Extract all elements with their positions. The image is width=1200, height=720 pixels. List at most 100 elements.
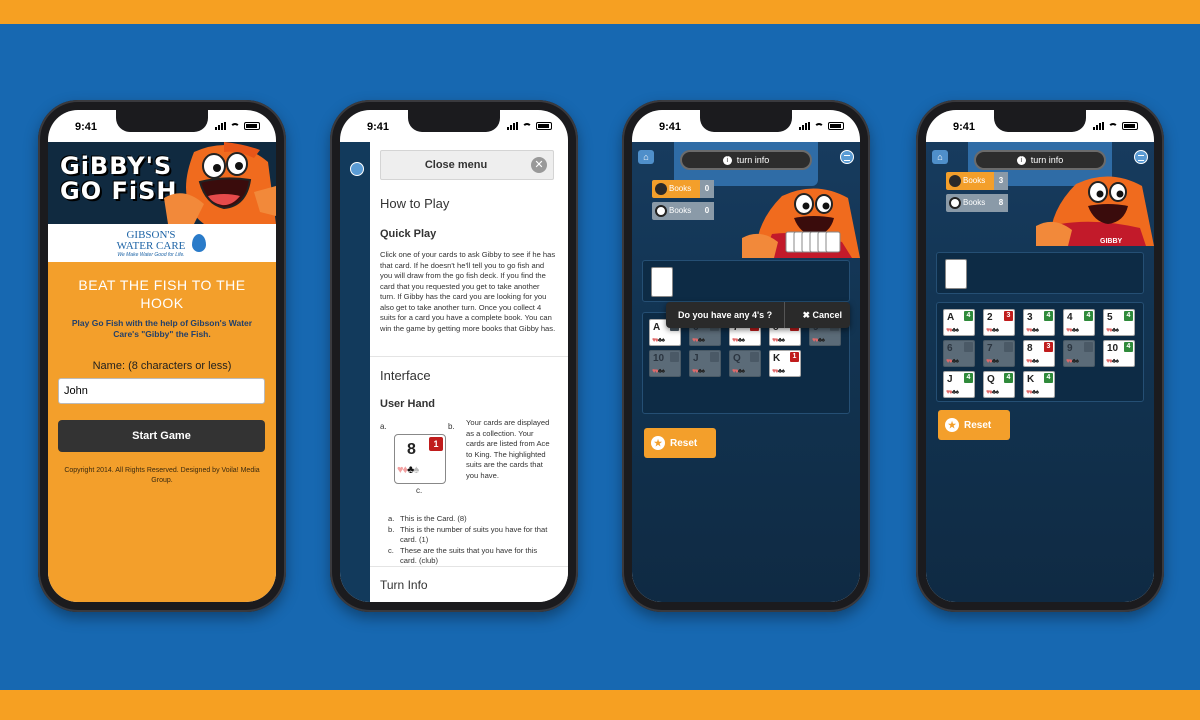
suit-icons: ♥♦♣♠ xyxy=(732,337,745,344)
card-2[interactable]: 2 3 ♥♦♣♠ xyxy=(983,309,1015,336)
card-count-badge xyxy=(670,352,679,362)
battery-icon xyxy=(828,122,844,130)
card-10[interactable]: 10 ♥♦♣♠ xyxy=(649,350,681,377)
list-item: a. This is the Card. (8) xyxy=(388,514,467,523)
phone-help-menu: 9:41 Close menu ✕ How to Play Quick Play… xyxy=(330,100,578,612)
brand-name: GIBSON'S WATER CARE xyxy=(116,229,186,252)
logo-title: GiBBY'S GO FiSH xyxy=(60,152,178,205)
sponsor-logo: GIBSON'S WATER CARE We Make Water Good f… xyxy=(48,224,276,262)
card-count-badge xyxy=(750,352,759,362)
close-icon[interactable]: ✕ xyxy=(531,157,547,173)
status-time: 9:41 xyxy=(659,121,682,133)
menu-icon[interactable] xyxy=(840,150,854,164)
card-count-badge: 4 xyxy=(1004,373,1013,383)
game-background-peek xyxy=(340,142,370,602)
top-orange-band xyxy=(0,0,1200,24)
close-menu-label: Close menu xyxy=(424,159,488,171)
player-avatar-icon xyxy=(949,175,961,187)
suit-icons: ♥♦♣♠ xyxy=(772,337,785,344)
turn-info-button[interactable]: i turn info xyxy=(680,150,812,170)
card-K[interactable]: K 1 ♥♦♣♠ xyxy=(769,350,801,377)
card-Q[interactable]: Q 4 ♥♦♣♠ xyxy=(983,371,1015,398)
card-rank: 8 xyxy=(1027,343,1033,354)
card-J[interactable]: J 4 ♥♦♣♠ xyxy=(943,371,975,398)
status-icons xyxy=(1093,122,1138,130)
start-panel: BEAT THE FISH TO THE HOOK Play Go Fish w… xyxy=(48,262,276,602)
card-rank: 5 xyxy=(1107,312,1113,323)
turn-info-button[interactable]: i turn info xyxy=(974,150,1106,170)
ask-question[interactable]: Do you have any 4's ? xyxy=(678,310,772,320)
example-card-count-badge: 1 xyxy=(429,437,443,451)
notch xyxy=(994,110,1086,132)
status-time: 9:41 xyxy=(953,121,976,133)
card-A[interactable]: A 4 ♥♦♣♠ xyxy=(943,309,975,336)
suit-icons: ♥♦♣♠ xyxy=(986,389,999,396)
wifi-icon xyxy=(522,122,532,130)
suit-icons: ♥♦♣♠ xyxy=(1106,358,1119,365)
list-item: b. This is the number of suits you have f… xyxy=(388,524,548,545)
card-rank: 2 xyxy=(987,312,993,323)
card-count-badge: 4 xyxy=(1044,311,1053,321)
suit-icons: ♥♦♣♠ xyxy=(1066,327,1079,334)
phone-start-screen: 9:41 GiBBY'S GO FiSH GIBSON'S WATER CARE… xyxy=(38,100,286,612)
gibby-books-label: Books xyxy=(652,202,700,220)
card-rank: 9 xyxy=(1067,343,1073,354)
card-10[interactable]: 10 4 ♥♦♣♠ xyxy=(1103,340,1135,367)
card-9[interactable]: 9 ♥♦♣♠ xyxy=(1063,340,1095,367)
signal-icon xyxy=(1093,122,1104,130)
menu-icon[interactable] xyxy=(1134,150,1148,164)
card-rank: 4 xyxy=(1067,312,1073,323)
figure-label-c: c. xyxy=(416,486,423,495)
status-time: 9:41 xyxy=(75,121,98,133)
player-books: Books 0 xyxy=(652,180,716,198)
card-legend-list: a. This is the Card. (8) b. This is the nu… xyxy=(388,514,554,567)
start-game-button[interactable]: Start Game xyxy=(58,420,265,452)
card-5[interactable]: 5 4 ♥♦♣♠ xyxy=(1103,309,1135,336)
card-Q[interactable]: Q ♥♦♣♠ xyxy=(729,350,761,377)
card-3[interactable]: 3 4 ♥♦♣♠ xyxy=(1023,309,1055,336)
player-books-label: Books xyxy=(652,180,700,198)
suit-icons: ♥♦♣♠ xyxy=(1026,358,1039,365)
card-4[interactable]: 4 4 ♥♦♣♠ xyxy=(1063,309,1095,336)
suit-icons: ♥♦♣♠ xyxy=(692,368,705,375)
gibby-shirt-label: GIBBY xyxy=(1100,238,1123,245)
card-J[interactable]: J ♥♦♣♠ xyxy=(689,350,721,377)
info-icon: i xyxy=(1016,156,1026,166)
signal-icon xyxy=(215,122,226,130)
headline: BEAT THE FISH TO THE HOOK xyxy=(78,277,246,311)
card-rank: 10 xyxy=(653,353,665,364)
card-rank: A xyxy=(947,312,955,323)
screen: 9:41 ⌂ i turn info Books 0 Books 0 A ♥♦♣… xyxy=(632,110,860,602)
signal-icon xyxy=(799,122,810,130)
reset-button[interactable]: ★ Reset xyxy=(938,410,1010,440)
battery-icon xyxy=(536,122,552,130)
card-rank: J xyxy=(947,374,953,385)
card-count-badge: 3 xyxy=(1044,342,1053,352)
home-icon[interactable]: ⌂ xyxy=(932,150,948,164)
suit-icons: ♥♦♣♠ xyxy=(946,389,959,396)
suit-icons: ♥♦♣♠ xyxy=(986,358,999,365)
card-back-icon xyxy=(945,259,967,289)
game-logo-banner: GiBBY'S GO FiSH xyxy=(48,142,276,224)
gibby-books-label: Books xyxy=(946,194,994,212)
player-books-count: 0 xyxy=(700,180,714,198)
card-6[interactable]: 6 ♥♦♣♠ xyxy=(943,340,975,367)
wifi-icon xyxy=(1108,122,1118,130)
player-books: Books 3 xyxy=(946,172,1010,190)
card-rank: 6 xyxy=(947,343,953,354)
wifi-icon xyxy=(814,122,824,130)
phone-game-progress: 9:41 ⌂ i turn info Books 3 Books 8 GIBBY… xyxy=(916,100,1164,612)
card-7[interactable]: 7 ♥♦♣♠ xyxy=(983,340,1015,367)
close-menu-button[interactable]: Close menu ✕ xyxy=(380,150,554,180)
suit-icons: ♥♦♣♠ xyxy=(732,368,745,375)
card-K[interactable]: K 4 ♥♦♣♠ xyxy=(1023,371,1055,398)
card-count-badge xyxy=(1084,342,1093,352)
reset-button[interactable]: ★ Reset xyxy=(644,428,716,458)
menu-icon[interactable] xyxy=(350,162,364,176)
card-8[interactable]: 8 3 ♥♦♣♠ xyxy=(1023,340,1055,367)
suit-icons: ♥♦♣♠ xyxy=(1026,389,1039,396)
suit-icons: ♥♦♣♠ xyxy=(1026,327,1039,334)
home-icon[interactable]: ⌂ xyxy=(638,150,654,164)
cancel-button[interactable]: ✖ Cancel xyxy=(802,310,842,321)
name-input[interactable] xyxy=(58,378,265,404)
